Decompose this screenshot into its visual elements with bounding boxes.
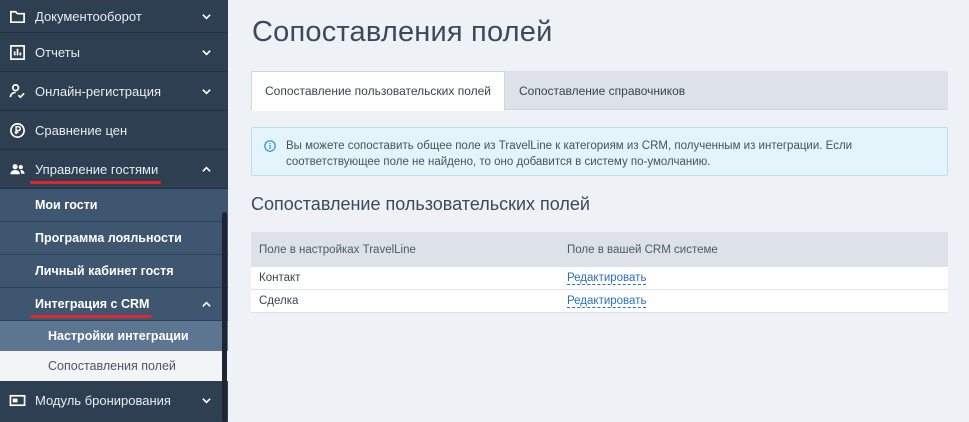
sidebar-subitem-loyalty-program[interactable]: Программа лояльности [0, 222, 228, 255]
page-title: Сопоставления полей [252, 16, 553, 48]
sidebar-subitem-label: Настройки интеграции [48, 329, 189, 343]
chevron-up-icon [200, 163, 212, 175]
chevron-up-icon [200, 298, 212, 310]
booking-icon [8, 391, 26, 409]
sidebar-item-guest-management[interactable]: Управление гостями [0, 150, 228, 189]
sidebar-subitem-guest-account[interactable]: Личный кабинет гостя [0, 255, 228, 288]
sidebar-item-label: Управление гостями [35, 161, 159, 177]
sidebar-subitem-crm-integration[interactable]: Интеграция с CRM [0, 288, 228, 321]
edit-link[interactable]: Редактировать [567, 295, 647, 308]
tab-directories[interactable]: Сопоставление справочников [505, 71, 698, 110]
field-name: Контакт [259, 272, 301, 284]
coin-icon [8, 121, 26, 139]
info-icon [264, 140, 276, 152]
table-header: Поле в настройках TravelLine Поле в ваше… [251, 232, 948, 267]
sidebar-subitem-label: Сопоставления полей [48, 359, 176, 373]
column-header: Поле в настройках TravelLine [259, 243, 416, 256]
chevron-down-icon [200, 46, 212, 58]
sidebar-subitem-my-guests[interactable]: Мои гости [0, 189, 228, 222]
info-text-line: соответствующее поле не найдено, то оно … [286, 156, 711, 168]
table-row: Контакт Редактировать [251, 267, 948, 290]
column-header: Поле в вашей CRM системе [567, 243, 718, 256]
sidebar-item-booking-module[interactable]: Модуль бронирования [0, 381, 228, 419]
users-icon [8, 160, 26, 178]
chart-icon [8, 43, 26, 61]
chevron-down-icon [200, 85, 212, 97]
sidebar-subitem-integration-settings[interactable]: Настройки интеграции [0, 321, 228, 351]
sidebar-subitem-label: Мои гости [35, 198, 98, 212]
mapping-table: Поле в настройках TravelLine Поле в ваше… [251, 232, 948, 313]
tab-bar: Сопоставление пользовательских полей Соп… [251, 71, 948, 111]
user-check-icon [8, 82, 26, 100]
main-content: Сопоставления полей Сопоставление пользо… [228, 0, 969, 422]
sidebar-subitem-label: Программа лояльности [35, 231, 182, 245]
info-text-line: Вы можете сопоставить общее поле из Trav… [286, 140, 853, 152]
sidebar-item-online-registration[interactable]: Онлайн-регистрация [0, 72, 228, 111]
chevron-down-icon [200, 394, 212, 406]
sidebar-subitem-label: Личный кабинет гостя [35, 264, 174, 278]
sidebar-item-document-flow[interactable]: Документооборот [0, 0, 228, 33]
sidebar-subitem-field-mappings[interactable]: Сопоставления полей [0, 351, 228, 381]
info-alert: Вы можете сопоставить общее поле из Trav… [251, 127, 948, 176]
edit-link[interactable]: Редактировать [567, 272, 647, 285]
table-row: Сделка Редактировать [251, 290, 948, 313]
chevron-down-icon [200, 10, 212, 22]
sidebar-scrollbar[interactable] [222, 212, 227, 422]
sidebar-item-reports[interactable]: Отчеты [0, 33, 228, 72]
sidebar-subitem-label: Интеграция с CRM [29, 297, 153, 318]
field-name: Сделка [259, 295, 299, 307]
folder-icon [8, 7, 26, 25]
sidebar: Документооборот Отчеты Онлайн-регистраци… [0, 0, 228, 422]
section-title: Сопоставление пользовательских полей [251, 194, 590, 214]
sidebar-item-price-comparison[interactable]: Сравнение цен [0, 111, 228, 150]
tab-custom-fields[interactable]: Сопоставление пользовательских полей [251, 71, 505, 111]
sidebar-item-label: Сравнение цен [35, 122, 128, 138]
